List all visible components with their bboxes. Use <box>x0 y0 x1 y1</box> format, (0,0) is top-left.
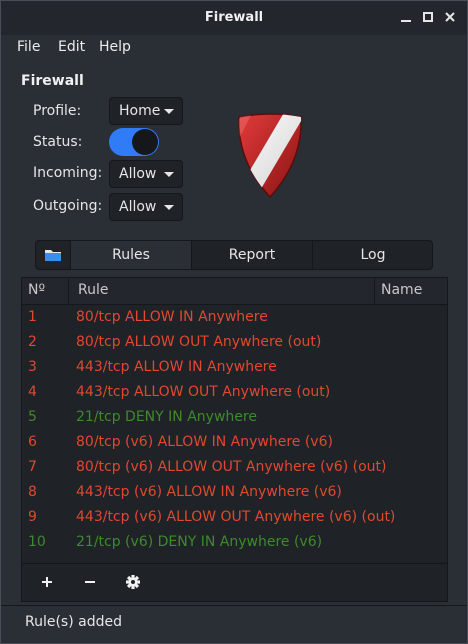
rule-number: 10 <box>28 534 46 550</box>
switch-knob <box>132 129 158 155</box>
table-row[interactable]: 3 443/tcp ALLOW IN Anywhere <box>22 355 447 380</box>
menu-help[interactable]: Help <box>99 39 131 55</box>
table-row[interactable]: 5 21/tcp DENY IN Anywhere <box>22 405 447 430</box>
status-switch[interactable] <box>109 128 159 156</box>
plus-icon[interactable] <box>36 571 58 593</box>
outgoing-label: Outgoing: <box>33 198 103 214</box>
outgoing-value: Allow <box>119 199 157 215</box>
incoming-label: Incoming: <box>33 165 103 181</box>
rules-toolbar <box>21 564 448 602</box>
chevron-down-icon <box>164 205 174 210</box>
table-row[interactable]: 8 443/tcp (v6) ALLOW IN Anywhere (v6) <box>22 480 447 505</box>
table-row[interactable]: 4 443/tcp ALLOW OUT Anywhere (out) <box>22 380 447 405</box>
table-row[interactable]: 7 80/tcp (v6) ALLOW OUT Anywhere (v6) (ou… <box>22 455 447 480</box>
chevron-down-icon <box>164 109 174 114</box>
profile-value: Home <box>119 103 161 119</box>
incoming-value: Allow <box>119 166 157 182</box>
rule-number: 6 <box>28 434 37 450</box>
status-bar: Rule(s) added <box>1 605 467 644</box>
firewall-window: Firewall File Edit Help Firewall Profile… <box>0 0 468 644</box>
rule-text: 443/tcp (v6) ALLOW OUT Anywhere (v6) (ou… <box>76 509 396 525</box>
rule-text: 80/tcp ALLOW IN Anywhere <box>76 309 268 325</box>
menu-file[interactable]: File <box>17 39 40 55</box>
table-header: Nº Rule Name <box>22 278 447 305</box>
rule-number: 3 <box>28 359 37 375</box>
profile-combo[interactable]: Home <box>109 97 183 125</box>
outgoing-combo[interactable]: Allow <box>109 193 183 221</box>
rule-text: 80/tcp (v6) ALLOW IN Anywhere (v6) <box>76 434 333 450</box>
rule-text: 21/tcp DENY IN Anywhere <box>76 409 257 425</box>
column-number[interactable]: Nº <box>28 282 45 298</box>
incoming-combo[interactable]: Allow <box>109 160 183 188</box>
close-icon[interactable] <box>443 10 457 24</box>
column-divider <box>374 278 375 304</box>
table-row[interactable]: 10 21/tcp (v6) DENY IN Anywhere (v6) <box>22 530 447 555</box>
column-name[interactable]: Name <box>381 282 422 298</box>
rule-number: 1 <box>28 309 37 325</box>
column-rule[interactable]: Rule <box>78 282 108 298</box>
profile-label: Profile: <box>33 103 82 119</box>
table-row[interactable]: 1 80/tcp ALLOW IN Anywhere <box>22 305 447 330</box>
section-title: Firewall <box>21 73 84 89</box>
title-bar: Firewall <box>1 1 467 35</box>
rule-text: 443/tcp ALLOW OUT Anywhere (out) <box>76 384 331 400</box>
folder-icon[interactable] <box>36 241 70 269</box>
minus-icon[interactable] <box>79 571 101 593</box>
menu-bar: File Edit Help <box>1 35 467 61</box>
table-row[interactable]: 9 443/tcp (v6) ALLOW OUT Anywhere (v6) (o… <box>22 505 447 530</box>
rule-text: 21/tcp (v6) DENY IN Anywhere (v6) <box>76 534 323 550</box>
rule-text: 443/tcp (v6) ALLOW IN Anywhere (v6) <box>76 484 342 500</box>
column-divider <box>68 278 69 304</box>
tab-log[interactable]: Log <box>312 241 433 269</box>
tab-report[interactable]: Report <box>191 241 312 269</box>
rule-number: 4 <box>28 384 37 400</box>
rule-number: 9 <box>28 509 37 525</box>
rule-number: 2 <box>28 334 37 350</box>
status-label: Status: <box>33 134 83 150</box>
minimize-icon[interactable] <box>399 10 413 24</box>
menu-edit[interactable]: Edit <box>58 39 85 55</box>
table-row[interactable]: 2 80/tcp ALLOW OUT Anywhere (out) <box>22 330 447 355</box>
gear-icon[interactable] <box>122 571 144 593</box>
rule-text: 443/tcp ALLOW IN Anywhere <box>76 359 277 375</box>
table-row[interactable]: 6 80/tcp (v6) ALLOW IN Anywhere (v6) <box>22 430 447 455</box>
rule-text: 80/tcp ALLOW OUT Anywhere (out) <box>76 334 322 350</box>
status-message: Rule(s) added <box>25 614 122 630</box>
tab-rules[interactable]: Rules <box>70 241 191 269</box>
rules-table: Nº Rule Name 1 80/tcp ALLOW IN Anywhere 2 8… <box>21 277 448 564</box>
rule-number: 7 <box>28 459 37 475</box>
chevron-down-icon <box>164 172 174 177</box>
rule-text: 80/tcp (v6) ALLOW OUT Anywhere (v6) (out… <box>76 459 387 475</box>
rule-number: 5 <box>28 409 37 425</box>
maximize-icon[interactable] <box>421 10 435 24</box>
rule-number: 8 <box>28 484 37 500</box>
shield-icon <box>238 113 302 199</box>
view-tabs: Rules Report Log <box>35 240 433 270</box>
window-title: Firewall <box>204 10 264 25</box>
